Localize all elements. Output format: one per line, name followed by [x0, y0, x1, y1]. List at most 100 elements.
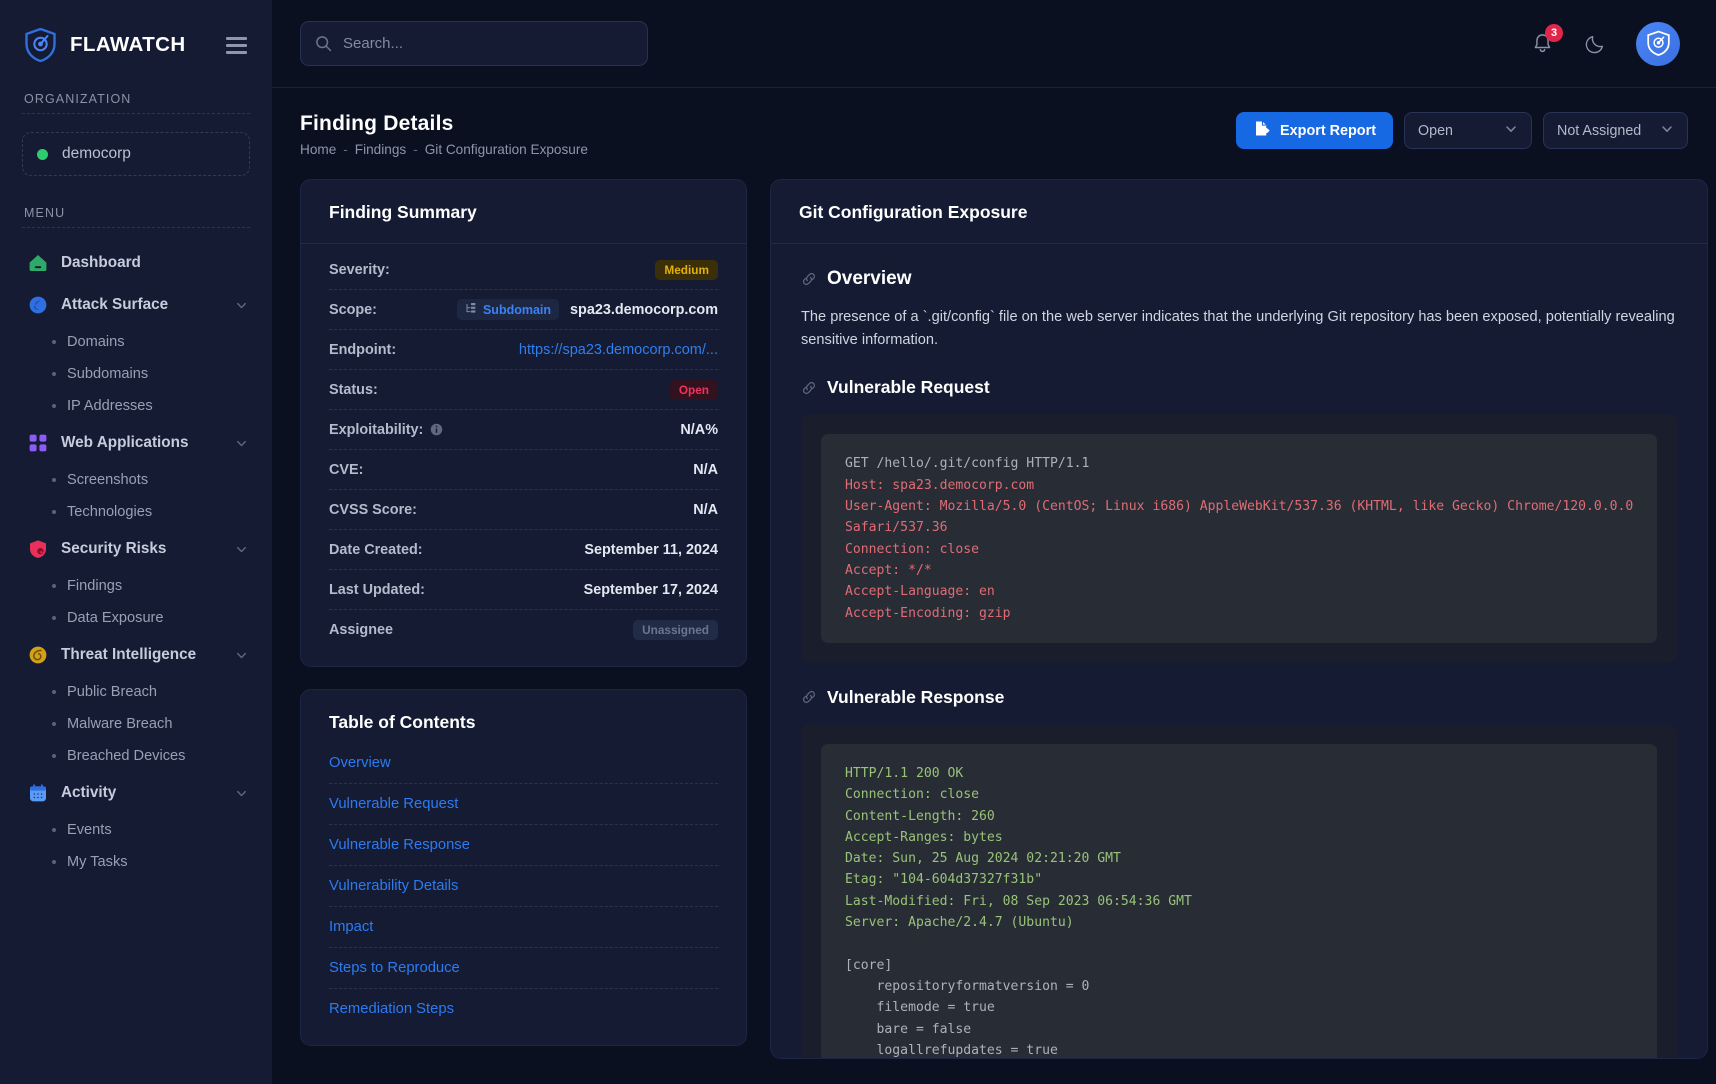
- summary-value-text: N/A: [693, 501, 718, 518]
- status-badge: Unassigned: [633, 620, 718, 640]
- vulnerable-response-code[interactable]: HTTP/1.1 200 OK Connection: close Conten…: [845, 763, 1633, 1058]
- sidebar-item-threat-intelligence[interactable]: Threat Intelligence: [0, 634, 272, 676]
- search-input[interactable]: [343, 35, 633, 52]
- sidebar-group-security-risks: Security Risks Findings Data Exposure: [0, 528, 272, 634]
- content-area: Finding Details Home - Findings - Git Config…: [272, 88, 1716, 1084]
- organization-selector[interactable]: democorp: [22, 132, 250, 176]
- assignee-select[interactable]: Not Assigned: [1543, 112, 1688, 149]
- sidebar-item-dashboard[interactable]: Dashboard: [0, 242, 272, 284]
- sidebar-group-dashboard: Dashboard: [0, 242, 272, 284]
- finding-detail-card: Git Configuration Exposure Overview The …: [770, 179, 1709, 1059]
- summary-row-value: Subdomain spa23.democorp.com: [456, 299, 718, 320]
- notifications-button[interactable]: 3: [1531, 24, 1563, 55]
- sidebar-item-activity[interactable]: Activity: [0, 772, 272, 814]
- chevron-down-icon[interactable]: [235, 649, 248, 662]
- notification-badge: 3: [1545, 24, 1563, 42]
- breadcrumb-item[interactable]: Home: [300, 142, 336, 157]
- sidebar-subitem-findings[interactable]: Findings: [0, 570, 272, 602]
- status-select-value: Open: [1418, 122, 1453, 139]
- toc-row: Vulnerable Response: [329, 825, 718, 866]
- status-badge: Medium: [655, 259, 718, 280]
- toc-link-vulnerable-response[interactable]: Vulnerable Response: [329, 837, 470, 853]
- summary-row-value: September 17, 2024: [584, 582, 718, 598]
- summary-value-text: N/A%: [680, 421, 718, 438]
- sidebar-subitem-label: Subdomains: [67, 366, 149, 382]
- sidebar-item-security-risks[interactable]: Security Risks: [0, 528, 272, 570]
- finding-summary-header: Finding Summary: [301, 180, 746, 244]
- summary-value-text: September 11, 2024: [584, 541, 718, 558]
- sidebar-item-label: Dashboard: [61, 254, 141, 271]
- summary-key-label: Severity:: [329, 261, 390, 278]
- chevron-down-icon[interactable]: [235, 543, 248, 556]
- sidebar-subitem-data-exposure[interactable]: Data Exposure: [0, 602, 272, 634]
- sidebar-subitem-events[interactable]: Events: [0, 814, 272, 846]
- table-of-contents-card: Table of Contents Overview Vulnerable Req…: [300, 689, 747, 1046]
- link-icon[interactable]: [801, 380, 817, 396]
- toc-link-steps-to-reproduce[interactable]: Steps to Reproduce: [329, 960, 460, 976]
- sidebar-subitem-label: Domains: [67, 334, 125, 350]
- status-select[interactable]: Open: [1404, 112, 1532, 149]
- sidebar-subitem-public-breach[interactable]: Public Breach: [0, 676, 272, 708]
- sidebar-subitem-subdomains[interactable]: Subdomains: [0, 358, 272, 390]
- toc-link-vulnerable-request[interactable]: Vulnerable Request: [329, 796, 458, 812]
- left-column: Finding Summary Severity: Medium Scope: Sub…: [300, 179, 747, 1059]
- summary-row-key: Scope:: [329, 302, 377, 318]
- sidebar-item-attack-surface[interactable]: Attack Surface: [0, 284, 272, 326]
- chevron-down-icon[interactable]: [235, 787, 248, 800]
- toc-link-overview[interactable]: Overview: [329, 755, 391, 771]
- sidebar-item-label: Security Risks: [61, 540, 167, 557]
- toc-link-remediation-steps[interactable]: Remediation Steps: [329, 1001, 454, 1017]
- sidebar-subitem-label: Findings: [67, 578, 123, 594]
- vulnerable-request-code[interactable]: GET /hello/.git/config HTTP/1.1 Host: sp…: [845, 453, 1633, 624]
- sidebar-subitem-label: Events: [67, 822, 112, 838]
- hamburger-icon[interactable]: [223, 34, 250, 57]
- link-icon[interactable]: [801, 271, 817, 287]
- sidebar-item-web-applications[interactable]: Web Applications: [0, 422, 272, 464]
- link-icon[interactable]: [801, 689, 817, 705]
- toc-link-impact[interactable]: Impact: [329, 919, 373, 935]
- chevron-down-icon[interactable]: [235, 437, 248, 450]
- sidebar-menu: Dashboard Attack Surface Domains Subdomains…: [0, 242, 272, 878]
- file-export-icon: [1253, 120, 1270, 141]
- info-icon[interactable]: [430, 423, 443, 436]
- bullet-icon: [52, 372, 56, 376]
- toc-body: Overview Vulnerable Request Vulnerable Res…: [301, 737, 746, 1045]
- shield-target-icon: [24, 27, 57, 63]
- summary-row-key: Date Created:: [329, 542, 423, 558]
- brand-name: FLAWATCH: [70, 33, 186, 56]
- summary-row: Date Created: September 11, 2024: [329, 530, 718, 570]
- page-header-text: Finding Details Home - Findings - Git Config…: [300, 112, 588, 157]
- summary-value-text: N/A: [693, 461, 718, 478]
- sidebar-subitem-technologies[interactable]: Technologies: [0, 496, 272, 528]
- bullet-icon: [52, 340, 56, 344]
- moon-icon[interactable]: [1584, 33, 1606, 55]
- overview-heading: Overview: [801, 268, 1677, 290]
- bullet-icon: [52, 584, 56, 588]
- sidebar-subitem-breached-devices[interactable]: Breached Devices: [0, 740, 272, 772]
- summary-key-label: Last Updated:: [329, 581, 425, 598]
- organization-status-dot: [37, 148, 48, 160]
- search-box[interactable]: [300, 21, 648, 66]
- avatar[interactable]: [1636, 21, 1680, 66]
- breadcrumb-item[interactable]: Findings: [355, 142, 406, 157]
- vulnerable-response-heading-label: Vulnerable Response: [827, 686, 1005, 707]
- sidebar-subitem-screenshots[interactable]: Screenshots: [0, 464, 272, 496]
- sidebar-subitem-malware-breach[interactable]: Malware Breach: [0, 708, 272, 740]
- summary-key-label: Scope:: [329, 301, 377, 318]
- sidebar-subitem-label: IP Addresses: [67, 398, 153, 414]
- chevron-down-icon[interactable]: [235, 299, 248, 312]
- bullet-icon: [52, 404, 56, 408]
- vulnerable-request-code-surface: GET /hello/.git/config HTTP/1.1 Host: sp…: [821, 434, 1658, 643]
- toc-link-vulnerability-details[interactable]: Vulnerability Details: [329, 878, 458, 894]
- summary-key-label: Assignee: [329, 622, 393, 638]
- finding-summary-body: Severity: Medium Scope: Subdomain spa23.demo…: [301, 244, 746, 666]
- sidebar-subitem-ip-addresses[interactable]: IP Addresses: [0, 390, 272, 422]
- endpoint-link[interactable]: https://spa23.democorp.com/...: [519, 342, 718, 358]
- summary-row-key: Endpoint:: [329, 342, 396, 358]
- export-report-button[interactable]: Export Report: [1236, 112, 1393, 149]
- sidebar-subitem-domains[interactable]: Domains: [0, 326, 272, 358]
- chevron-down-icon: [1660, 122, 1674, 140]
- search-icon: [315, 35, 332, 52]
- sidebar-subitem-my-tasks[interactable]: My Tasks: [0, 846, 272, 878]
- finding-detail-body: Overview The presence of a `.git/config`…: [771, 244, 1707, 1058]
